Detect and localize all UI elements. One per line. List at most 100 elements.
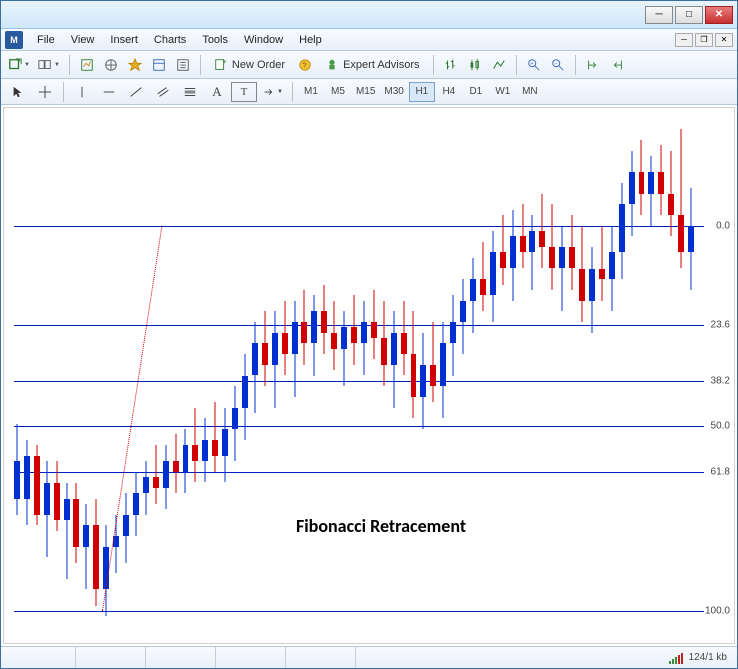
- arrows-tool[interactable]: ▼: [258, 82, 287, 102]
- candle: [589, 108, 595, 643]
- text-tool[interactable]: A: [204, 82, 230, 102]
- timeframe-h4[interactable]: H4: [436, 82, 462, 102]
- timeframe-m15[interactable]: M15: [352, 82, 379, 102]
- mdi-restore-button[interactable]: ❐: [695, 33, 713, 47]
- timeframe-mn[interactable]: MN: [517, 82, 543, 102]
- candle: [262, 108, 268, 643]
- candle: [609, 108, 615, 643]
- candle: [460, 108, 466, 643]
- candle: [520, 108, 526, 643]
- candle: [430, 108, 436, 643]
- menu-help[interactable]: Help: [291, 31, 330, 49]
- candle: [381, 108, 387, 643]
- horizontal-line-tool[interactable]: [96, 82, 122, 102]
- candle: [500, 108, 506, 643]
- candle: [123, 108, 129, 643]
- expert-advisors-button[interactable]: Expert Advisors: [318, 54, 426, 76]
- candle: [83, 108, 89, 643]
- candle: [440, 108, 446, 643]
- candle: [183, 108, 189, 643]
- crosshair-tool[interactable]: [32, 82, 58, 102]
- candle: [529, 108, 535, 643]
- timeframe-h1[interactable]: H1: [409, 82, 435, 102]
- profiles-button[interactable]: ▼: [35, 54, 63, 76]
- menu-insert[interactable]: Insert: [102, 31, 146, 49]
- svg-text:+: +: [223, 59, 227, 66]
- candle: [321, 108, 327, 643]
- candle: [34, 108, 40, 643]
- candle: [73, 108, 79, 643]
- candle: [143, 108, 149, 643]
- menubar: M File View Insert Charts Tools Window H…: [1, 29, 737, 51]
- candle: [252, 108, 258, 643]
- timeframe-m30[interactable]: M30: [380, 82, 407, 102]
- statusbar: 124/1 kb: [1, 646, 737, 668]
- svg-text:?: ?: [302, 62, 306, 69]
- data-window-button[interactable]: [148, 54, 170, 76]
- vertical-line-tool[interactable]: [69, 82, 95, 102]
- timeframe-m1[interactable]: M1: [298, 82, 324, 102]
- zoom-in-button[interactable]: +: [523, 54, 545, 76]
- candle: [619, 108, 625, 643]
- titlebar: ─ □ ✕: [1, 1, 737, 29]
- svg-text:+: +: [530, 61, 533, 67]
- close-button[interactable]: ✕: [705, 6, 733, 24]
- trendline-tool[interactable]: [123, 82, 149, 102]
- menu-charts[interactable]: Charts: [146, 31, 194, 49]
- candle: [202, 108, 208, 643]
- candle: [222, 108, 228, 643]
- candle: [361, 108, 367, 643]
- candle: [549, 108, 555, 643]
- candle: [93, 108, 99, 643]
- timeframe-d1[interactable]: D1: [463, 82, 489, 102]
- maximize-button[interactable]: □: [675, 6, 703, 24]
- candle: [173, 108, 179, 643]
- candle: [311, 108, 317, 643]
- mdi-minimize-button[interactable]: ─: [675, 33, 693, 47]
- market-watch-button[interactable]: [76, 54, 98, 76]
- candle: [420, 108, 426, 643]
- candle: [480, 108, 486, 643]
- new-order-button[interactable]: + New Order: [207, 54, 292, 76]
- expert-advisors-label: Expert Advisors: [343, 59, 419, 71]
- candle: [688, 108, 694, 643]
- app-window: ─ □ ✕ M File View Insert Charts Tools Wi…: [0, 0, 738, 669]
- timeframe-m5[interactable]: M5: [325, 82, 351, 102]
- candle: [569, 108, 575, 643]
- navigator-button[interactable]: [100, 54, 122, 76]
- strategy-tester-button[interactable]: [172, 54, 194, 76]
- chart-shift-button[interactable]: [606, 54, 628, 76]
- zoom-out-button[interactable]: −: [547, 54, 569, 76]
- cursor-tool[interactable]: [5, 82, 31, 102]
- fibonacci-tool[interactable]: [177, 82, 203, 102]
- menu-tools[interactable]: Tools: [194, 31, 236, 49]
- channel-tool[interactable]: [150, 82, 176, 102]
- candle: [639, 108, 645, 643]
- timeframe-w1[interactable]: W1: [490, 82, 516, 102]
- candle: [450, 108, 456, 643]
- metaquotes-button[interactable]: ?: [294, 54, 316, 76]
- app-icon: M: [5, 31, 23, 49]
- minimize-button[interactable]: ─: [645, 6, 673, 24]
- fib-label-38.2: 38.2: [711, 375, 730, 386]
- candle: [24, 108, 30, 643]
- mdi-close-button[interactable]: ✕: [715, 33, 733, 47]
- menu-view[interactable]: View: [63, 31, 103, 49]
- menu-file[interactable]: File: [29, 31, 63, 49]
- candle: [648, 108, 654, 643]
- bar-chart-button[interactable]: [440, 54, 462, 76]
- svg-text:+: +: [18, 58, 22, 64]
- line-chart-button[interactable]: [488, 54, 510, 76]
- candlestick-chart-button[interactable]: [464, 54, 486, 76]
- auto-scroll-button[interactable]: [582, 54, 604, 76]
- candle: [212, 108, 218, 643]
- menu-window[interactable]: Window: [236, 31, 291, 49]
- candle: [292, 108, 298, 643]
- chart-canvas[interactable]: Fibonacci Retracement 0.023.638.250.061.…: [3, 107, 735, 644]
- new-chart-button[interactable]: +▼: [5, 54, 33, 76]
- text-label-tool[interactable]: T: [231, 82, 257, 102]
- fib-label-100.0: 100.0: [705, 605, 730, 616]
- candle: [272, 108, 278, 643]
- candle: [192, 108, 198, 643]
- terminal-button[interactable]: [124, 54, 146, 76]
